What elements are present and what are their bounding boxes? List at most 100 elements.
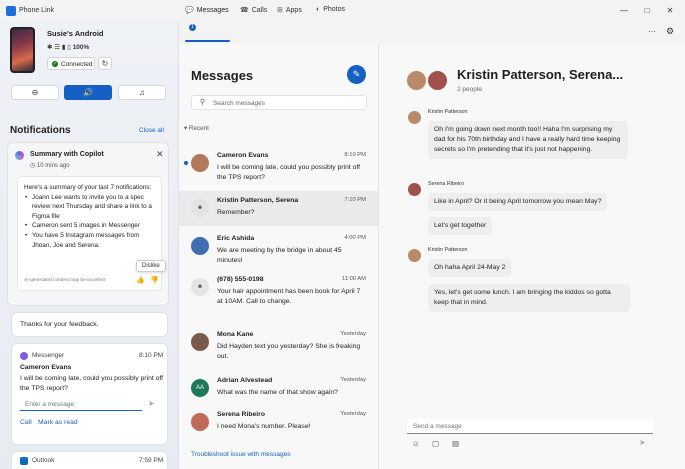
message-bubble: Let's get together: [428, 217, 493, 235]
person-icon: ☻: [196, 205, 204, 211]
outlook-icon: [20, 457, 28, 465]
conversation-preview: What was the name of that show again?: [217, 389, 338, 396]
notification-app: Outlook: [32, 457, 55, 464]
send-icon[interactable]: ➤: [639, 438, 646, 447]
notification-app: Messenger: [32, 352, 65, 359]
conversation-time: 11:00 AM: [341, 276, 366, 282]
chat-participant-count: 2 people: [457, 86, 482, 93]
message-composer[interactable]: [407, 419, 653, 434]
reply-input[interactable]: [20, 398, 142, 411]
photos-icon: ◐: [316, 6, 321, 13]
tab-apps[interactable]: ⊞ Apps: [277, 6, 302, 14]
conversation-item[interactable]: Serena Ribeiro Yesterday I need Mona's num…: [179, 405, 378, 440]
gear-icon[interactable]: ⚙: [666, 26, 674, 37]
unread-dot: [184, 161, 188, 165]
phone-thumbnail: [10, 27, 35, 73]
unread-badge: 1: [189, 24, 196, 31]
conversation-preview: I need Mona's number. Please!: [217, 423, 311, 430]
new-message-button[interactable]: ✎: [347, 65, 366, 84]
message-bubble: Yes, let's get some lunch. I am bringing…: [428, 284, 630, 312]
summary-text: Here's a summary of your last 7 notifica…: [24, 183, 158, 250]
volume-button[interactable]: 🔊: [64, 85, 112, 100]
conversation-preview: We are meeting by the bridge in about 45…: [217, 247, 342, 264]
call-link[interactable]: Call: [20, 419, 32, 426]
troubleshoot-link[interactable]: Troubleshoot issue with messages: [191, 451, 290, 458]
messenger-notification[interactable]: Messenger 8:10 PM Cameron Evans I will b…: [12, 344, 167, 444]
send-icon[interactable]: ➤: [148, 399, 155, 408]
sync-icon: ↻: [101, 59, 109, 68]
do-not-disturb-button[interactable]: ⊖: [11, 85, 59, 100]
conversation-name: Eric Ashida: [217, 235, 255, 242]
search-box[interactable]: ⚲ Search messages: [191, 95, 367, 110]
more-options-icon[interactable]: ···: [648, 27, 656, 36]
conversation-time: 8:10 PM: [344, 152, 366, 158]
sender-avatar: [408, 249, 421, 262]
thumbs-up-icon[interactable]: 👍: [136, 276, 145, 284]
sync-button[interactable]: ↻: [98, 57, 112, 70]
conversation-name: Cameron Evans: [217, 152, 269, 159]
close-icon[interactable]: ✕: [156, 149, 164, 160]
sender-name: Kristin Patterson: [428, 109, 468, 115]
close-window-button[interactable]: ✕: [663, 5, 677, 17]
avatar: [191, 154, 209, 172]
sender-avatar: [408, 111, 421, 124]
summary-intro: Here's a summary of your last 7 notifica…: [24, 184, 152, 191]
summary-item: Joann Lee wants to invite you to a spec …: [24, 193, 158, 222]
battery-icon: ▯: [67, 44, 71, 51]
avatar-initials: AA: [195, 385, 204, 391]
search-placeholder[interactable]: Search messages: [213, 100, 265, 107]
copilot-summary-card: Summary with Copilot ◷ 10 mins ago ✕ Her…: [8, 143, 168, 305]
tab-bar: [179, 22, 685, 44]
attach-image-icon[interactable]: ▤: [452, 439, 459, 448]
chat-icon: 💬: [185, 7, 194, 14]
device-status-row: ✱ ☰ ▮ ▯ 100%: [47, 43, 89, 51]
conversation-item[interactable]: Eric Ashida 4:00 PM We are meeting by the …: [179, 229, 378, 264]
window-title: Phone Link: [19, 7, 55, 14]
tab-calls[interactable]: ☎ Calls: [240, 6, 267, 14]
conversation-item[interactable]: Mona Kane Yesterday Did Hayden text you ye…: [179, 325, 378, 360]
media-button[interactable]: ♫: [118, 85, 166, 100]
conversation-time: 4:00 PM: [344, 235, 366, 241]
signal-icon: ▮: [61, 44, 66, 51]
emoji-icon[interactable]: ☺: [412, 439, 420, 448]
minimize-button[interactable]: —: [617, 5, 631, 17]
recent-section-header[interactable]: ▾ Recent: [184, 125, 209, 132]
conversation-preview: I will be coming late, could you possibl…: [217, 164, 361, 181]
mark-as-read-link[interactable]: Mark as read: [38, 419, 78, 426]
conversation-name: (678) 555-0198: [217, 276, 264, 283]
clear-all-link[interactable]: Close all: [139, 127, 164, 134]
maximize-button[interactable]: □: [640, 5, 654, 17]
thumbs-down-icon[interactable]: 👎: [150, 276, 159, 284]
summary-list: Joann Lee wants to invite you to a spec …: [24, 193, 158, 251]
messages-heading: Messages: [191, 68, 254, 83]
search-icon: ⚲: [200, 99, 206, 106]
summary-item: You have 5 Instagram messages from Jhoan…: [24, 231, 158, 250]
avatar: ☻: [191, 278, 209, 296]
compose-icon: ✎: [352, 69, 361, 79]
conversation-time: Yesterday: [340, 377, 366, 383]
recent-label: Recent: [188, 125, 209, 132]
tab-photos[interactable]: ◐ Photos: [316, 6, 345, 13]
chat-pane: [379, 44, 685, 469]
sender-name: Serena Ribeiro: [428, 181, 464, 187]
feedback-text: Thanks for your feedback.: [20, 321, 99, 328]
gif-icon[interactable]: ▢: [432, 439, 439, 448]
notification-time: 8:10 PM: [139, 352, 164, 359]
notification-sender: Cameron Evans: [20, 364, 72, 371]
conversation-item[interactable]: Cameron Evans 8:10 PM I will be coming lat…: [179, 146, 378, 181]
apps-icon: ⊞: [277, 7, 283, 14]
tab-messages[interactable]: 💬 Messages: [185, 6, 229, 14]
conversation-item[interactable]: ☻ (678) 555-0198 11:00 AM Your hair appoint…: [179, 270, 378, 305]
active-tab-indicator: [185, 40, 230, 42]
conversation-item[interactable]: AA Adrian Alvestead Yesterday What was the …: [179, 371, 378, 406]
tab-label: Photos: [323, 6, 346, 13]
outlook-notification[interactable]: Outlook 7:59 PM: [12, 452, 167, 469]
notification-body: I will be coming late, could you possibl…: [20, 375, 164, 392]
group-avatar-kristin: [406, 70, 427, 91]
device-name: Susie's Android: [47, 29, 104, 38]
sender-avatar: [408, 183, 421, 196]
copilot-time: ◷ 10 mins ago: [30, 162, 70, 169]
conversation-item[interactable]: ☻ Kristin Patterson, Serena 7:10 PM Remembe…: [179, 191, 378, 226]
messenger-icon: [20, 352, 28, 360]
message-bubble: Like in April? Or it being April tomorro…: [428, 193, 608, 211]
